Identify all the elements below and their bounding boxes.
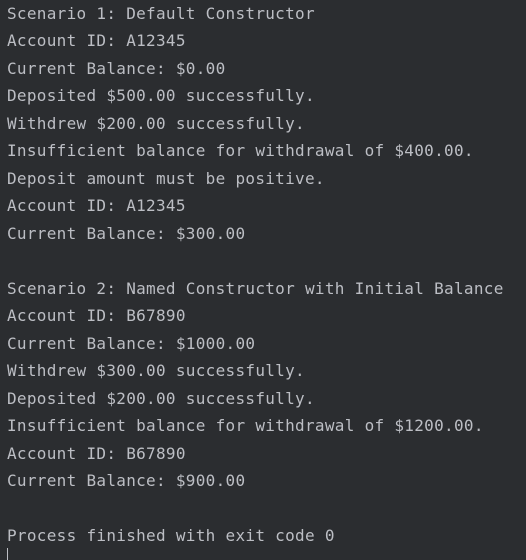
console-line: Current Balance: $300.00 [7, 224, 246, 243]
console-line: Scenario 1: Default Constructor [7, 4, 315, 23]
console-line: Insufficient balance for withdrawal of $… [7, 416, 484, 435]
console-line: Account ID: B67890 [7, 444, 186, 463]
console-line: Current Balance: $0.00 [7, 59, 226, 78]
console-line: Current Balance: $1000.00 [7, 334, 256, 353]
console-line: Deposit amount must be positive. [7, 169, 325, 188]
console-line: Account ID: A12345 [7, 196, 186, 215]
console-line: Insufficient balance for withdrawal of $… [7, 141, 474, 160]
console-line: Deposited $500.00 successfully. [7, 86, 315, 105]
console-line: Account ID: A12345 [7, 31, 186, 50]
process-exit-message: Process finished with exit code 0 [7, 526, 335, 545]
console-line: Deposited $200.00 successfully. [7, 389, 315, 408]
console-line: Account ID: B67890 [7, 306, 186, 325]
console-output-panel: Scenario 1: Default Constructor Account … [0, 0, 526, 560]
console-line: Withdrew $300.00 successfully. [7, 361, 305, 380]
console-line: Scenario 2: Named Constructor with Initi… [7, 279, 504, 298]
console-line: Withdrew $200.00 successfully. [7, 114, 305, 133]
console-line: Current Balance: $900.00 [7, 471, 246, 490]
text-caret[interactable] [7, 548, 8, 560]
